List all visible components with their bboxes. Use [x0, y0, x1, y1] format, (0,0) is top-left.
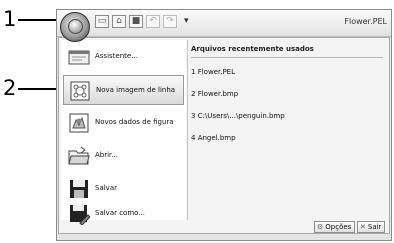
header-divider — [191, 57, 383, 58]
redo-icon[interactable]: ↷ — [163, 15, 177, 28]
exit-button[interactable]: ✕ Sair — [357, 221, 386, 233]
menu-commands: Assistente... Nova imagem de linha Novos… — [61, 40, 186, 225]
recent-files-header: Arquivos recentemente usados — [191, 45, 314, 53]
recent-file-item[interactable]: 4 Angel.bmp — [191, 134, 236, 142]
application-menu: Assistente... Nova imagem de linha Novos… — [58, 37, 390, 234]
recent-file-name: Angel.bmp — [197, 134, 236, 142]
undo-icon[interactable]: ↶ — [146, 15, 160, 28]
recent-file-index: 3 — [191, 112, 196, 120]
callout-number-2: 2 — [3, 76, 17, 100]
save-icon[interactable]: ■ — [129, 15, 143, 28]
menu-item-assistente[interactable]: Assistente... — [63, 42, 184, 72]
menu-item-label: Assistente... — [95, 52, 138, 60]
title-bar: ▭ ⌂ ■ ↶ ↷ ▾ Flower.PEL — [57, 10, 391, 37]
options-label: Opções — [325, 223, 352, 231]
recent-file-index: 4 — [191, 134, 196, 142]
app-logo-icon — [68, 19, 83, 34]
open-icon[interactable]: ⌂ — [112, 15, 126, 28]
new-icon[interactable]: ▭ — [95, 15, 109, 28]
menu-item-label: Salvar — [95, 184, 117, 192]
menu-item-nova-imagem-de-linha[interactable]: Nova imagem de linha — [63, 75, 184, 105]
options-button[interactable]: ⚙ Opções — [314, 221, 356, 233]
recent-files-pane: Arquivos recentemente usados 1 Flower.PE… — [189, 40, 387, 220]
menu-item-label: Salvar como... — [95, 209, 145, 217]
recent-file-index: 2 — [191, 90, 196, 98]
pane-divider — [187, 40, 188, 220]
menu-footer: ⚙ Opções ✕ Sair — [61, 221, 387, 233]
recent-file-item[interactable]: 2 Flower.bmp — [191, 90, 238, 98]
customize-dropdown-icon[interactable]: ▾ — [184, 15, 189, 28]
menu-item-label: Novos dados de figura — [95, 118, 174, 126]
recent-file-item[interactable]: 1 Flower.PEL — [191, 68, 235, 76]
wizard-icon — [68, 50, 90, 65]
window-title: Flower.PEL — [344, 17, 387, 26]
recent-file-item[interactable]: 3 C:\Users\...\penguin.bmp — [191, 112, 285, 120]
recent-file-name: Flower.PEL — [197, 68, 235, 76]
recent-file-index: 1 — [191, 68, 196, 76]
new-figure-data-icon — [69, 113, 89, 133]
quick-access-toolbar: ▭ ⌂ ■ ↶ ↷ ▾ — [95, 15, 189, 28]
callout-number-1: 1 — [3, 7, 17, 31]
menu-item-label: Nova imagem de linha — [96, 86, 176, 94]
close-icon: ✕ — [360, 223, 366, 231]
new-line-image-icon — [70, 81, 90, 101]
menu-item-salvar[interactable]: Salvar — [63, 174, 184, 204]
application-menu-button[interactable] — [60, 12, 90, 42]
exit-label: Sair — [367, 223, 382, 231]
menu-item-label: Abrir... — [95, 151, 118, 159]
recent-file-name: C:\Users\...\penguin.bmp — [197, 112, 285, 120]
application-window: ▭ ⌂ ■ ↶ ↷ ▾ Flower.PEL Assistente... Nov… — [56, 9, 392, 241]
gear-icon: ⚙ — [317, 223, 324, 231]
folder-open-icon — [68, 146, 90, 165]
menu-item-novos-dados-de-figura[interactable]: Novos dados de figura — [63, 108, 184, 138]
recent-file-name: Flower.bmp — [197, 90, 239, 98]
floppy-disk-icon — [70, 180, 88, 198]
menu-item-abrir[interactable]: Abrir... — [63, 141, 184, 171]
